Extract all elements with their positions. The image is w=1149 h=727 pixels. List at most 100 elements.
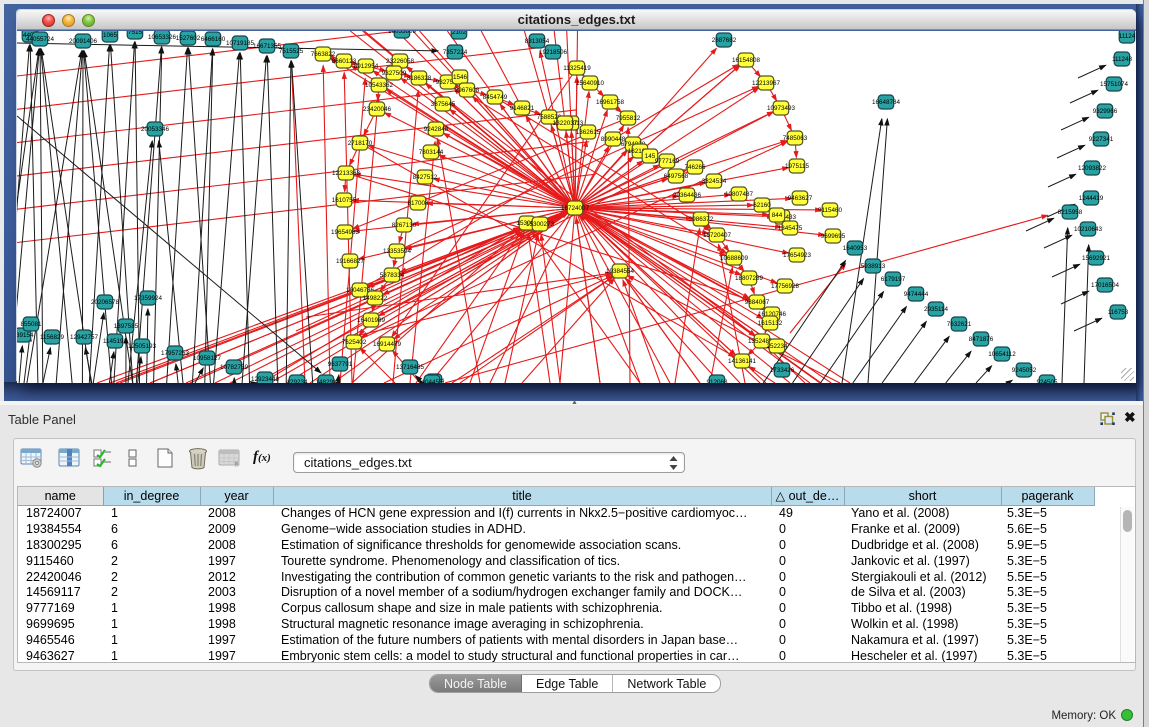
svg-text:111248: 111248 (1112, 56, 1133, 63)
svg-text:9115460: 9115460 (818, 207, 843, 214)
svg-text:3824534: 3824534 (702, 178, 727, 185)
svg-text:20053346: 20053346 (141, 126, 170, 133)
svg-text:8186328: 8186328 (407, 75, 432, 82)
svg-text:9329966: 9329966 (1093, 108, 1118, 115)
svg-text:912068: 912068 (706, 379, 728, 383)
svg-text:844: 844 (772, 212, 783, 219)
svg-text:10782759: 10782759 (220, 364, 249, 371)
svg-text:8813054: 8813054 (525, 38, 550, 45)
svg-text:1615132: 1615132 (758, 320, 783, 327)
svg-text:7803144: 7803144 (419, 149, 444, 156)
svg-text:1065: 1065 (103, 32, 118, 39)
svg-text:1975115: 1975115 (785, 163, 810, 170)
svg-text:12505193: 12505193 (128, 343, 157, 350)
svg-text:855081: 855081 (20, 321, 42, 328)
svg-text:10807487: 10807487 (725, 191, 754, 198)
svg-text:1498222: 1498222 (363, 295, 388, 302)
svg-text:10210643: 10210643 (1074, 226, 1103, 233)
svg-text:15751074: 15751074 (1100, 81, 1129, 88)
svg-text:1640953: 1640953 (843, 245, 868, 252)
svg-text:10653326: 10653326 (148, 34, 177, 41)
svg-text:20091406: 20091406 (69, 38, 98, 45)
svg-text:6466160: 6466160 (201, 36, 226, 43)
svg-text:16671355: 16671355 (253, 43, 282, 50)
svg-text:1156829: 1156829 (40, 334, 65, 341)
svg-text:2967608: 2967608 (455, 87, 480, 94)
svg-text:9327509: 9327509 (382, 70, 407, 77)
svg-text:12213967: 12213967 (752, 80, 781, 87)
svg-text:62160: 62160 (753, 202, 771, 209)
svg-text:16914479: 16914479 (373, 341, 402, 348)
svg-text:1244419: 1244419 (1079, 195, 1104, 202)
svg-text:2102: 2102 (452, 31, 467, 36)
svg-text:9699695: 9699695 (821, 233, 846, 240)
svg-text:12923448: 12923448 (251, 376, 280, 383)
svg-text:6497568: 6497568 (664, 173, 689, 180)
svg-text:3875645: 3875645 (431, 101, 456, 108)
svg-text:1397585: 1397585 (114, 323, 139, 330)
svg-text:1345475: 1345475 (778, 225, 803, 232)
svg-text:17654923: 17654923 (783, 252, 812, 259)
svg-text:16033809: 16033809 (388, 31, 417, 35)
svg-text:8427512: 8427512 (413, 174, 438, 181)
svg-text:1362615: 1362615 (576, 129, 601, 136)
svg-text:12942757: 12942757 (70, 334, 99, 341)
svg-text:11124: 11124 (1119, 33, 1136, 40)
svg-text:2935114: 2935114 (924, 306, 949, 313)
svg-text:5938913: 5938913 (861, 263, 886, 270)
svg-text:116753: 116753 (1108, 309, 1129, 316)
svg-text:1610755: 1610755 (332, 197, 357, 204)
svg-text:252234: 252234 (766, 343, 788, 350)
svg-text:924505: 924505 (1036, 379, 1058, 383)
svg-text:19654983: 19654983 (331, 229, 360, 236)
svg-text:8267130: 8267130 (392, 222, 417, 229)
svg-text:11325419: 11325419 (563, 65, 591, 72)
svg-text:23226058: 23226058 (386, 58, 415, 65)
svg-text:1322037: 1322037 (553, 120, 578, 127)
svg-text:12213363: 12213363 (332, 170, 361, 177)
svg-text:1527602: 1527602 (176, 35, 201, 42)
svg-text:23420046: 23420046 (363, 106, 392, 113)
svg-text:16401989: 16401989 (357, 317, 386, 324)
svg-text:746266: 746266 (684, 164, 706, 171)
svg-text:10973493: 10973493 (767, 105, 796, 112)
svg-text:9242848: 9242848 (424, 126, 449, 133)
svg-text:2986372: 2986372 (689, 216, 714, 223)
svg-text:9245052: 9245052 (1012, 367, 1037, 374)
svg-text:7632621: 7632621 (947, 321, 972, 328)
svg-text:9777169: 9777169 (655, 158, 680, 165)
svg-text:7357224: 7357224 (443, 49, 468, 56)
svg-text:16648784: 16648784 (872, 99, 901, 106)
svg-text:8471876: 8471876 (969, 336, 994, 343)
svg-text:7515: 7515 (128, 31, 143, 36)
svg-text:13353594: 13353594 (383, 248, 412, 255)
svg-text:6179197: 6179197 (881, 276, 906, 283)
svg-text:9463627: 9463627 (788, 195, 813, 202)
svg-text:10958127: 10958127 (193, 355, 222, 362)
svg-text:17756928: 17756928 (771, 283, 800, 290)
svg-text:12093822: 12093822 (1078, 165, 1107, 172)
svg-text:19218506: 19218506 (539, 49, 568, 56)
svg-text:9146821: 9146821 (510, 105, 535, 112)
svg-text:139154: 139154 (17, 332, 34, 339)
svg-text:10719185: 10719185 (226, 40, 255, 47)
svg-text:1733426: 1733426 (770, 367, 795, 374)
svg-text:20206578: 20206578 (91, 299, 120, 306)
svg-text:20364436: 20364436 (673, 192, 702, 199)
svg-text:148291: 148291 (315, 379, 337, 383)
svg-text:9637791: 9637791 (328, 361, 353, 368)
svg-text:1145191: 1145191 (103, 338, 128, 345)
svg-text:15640910: 15640910 (576, 80, 605, 87)
svg-text:2718170: 2718170 (348, 140, 373, 147)
svg-text:16961758: 16961758 (596, 99, 625, 106)
svg-text:14136141: 14136141 (728, 358, 757, 365)
svg-text:18724007: 18724007 (561, 205, 590, 212)
svg-text:7955812: 7955812 (616, 115, 641, 122)
svg-text:17016504: 17016504 (1091, 282, 1120, 289)
svg-text:15720407: 15720407 (703, 232, 732, 239)
svg-text:129234: 129234 (286, 379, 308, 383)
svg-text:44055724: 44055724 (26, 36, 55, 43)
svg-text:8454749: 8454749 (483, 94, 508, 101)
svg-text:7515525: 7515525 (279, 48, 304, 55)
svg-text:19384554: 19384554 (606, 268, 635, 275)
